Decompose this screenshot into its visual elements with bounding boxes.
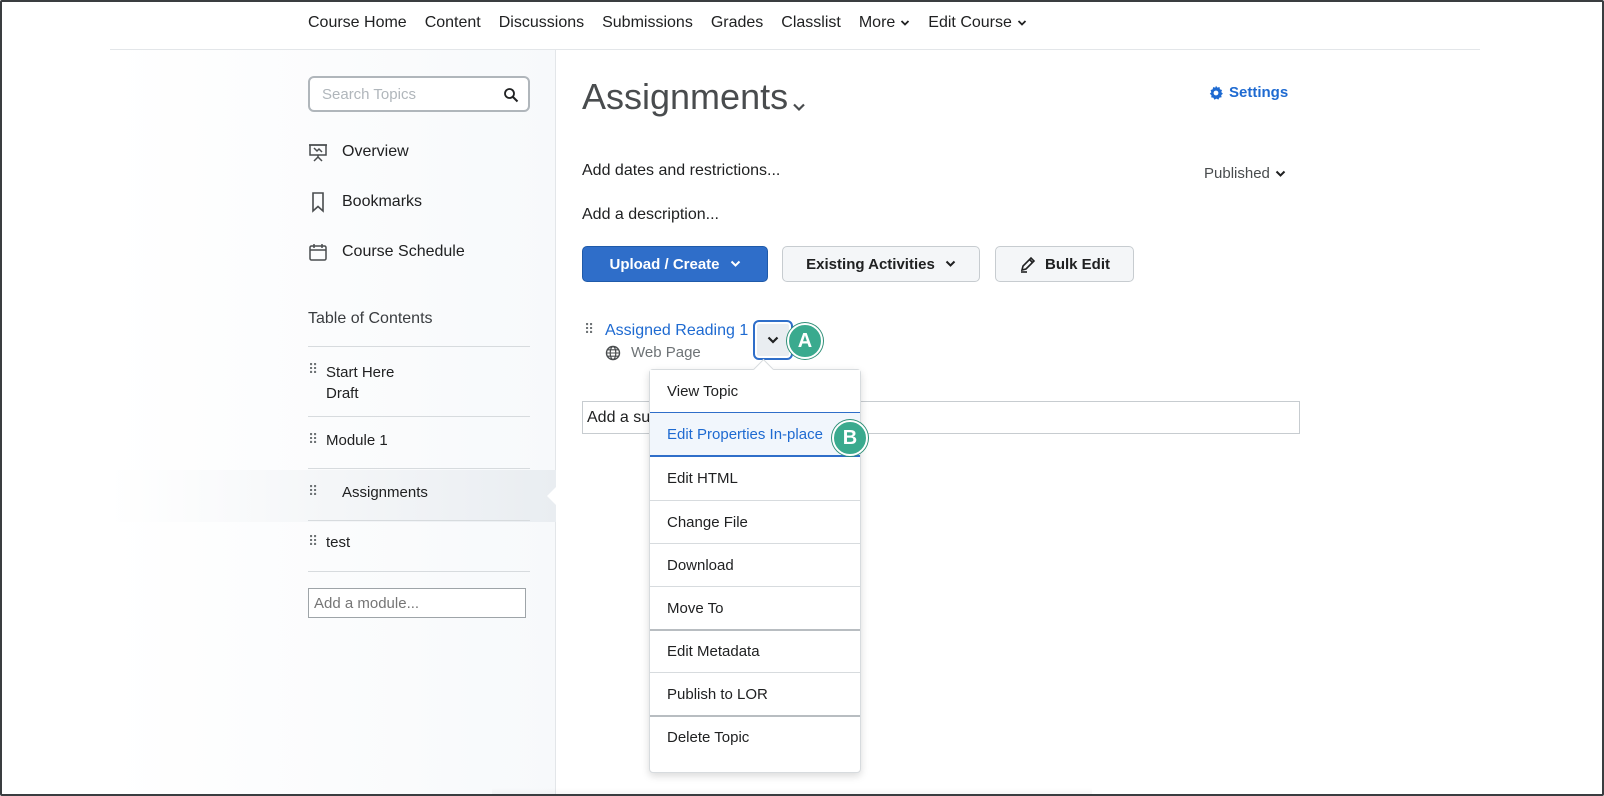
toc-item-label: Start Here bbox=[326, 364, 395, 381]
chevron-down-icon[interactable] bbox=[792, 102, 806, 112]
nav-submissions[interactable]: Submissions bbox=[602, 14, 693, 32]
presentation-icon bbox=[308, 141, 328, 163]
nav-content[interactable]: Content bbox=[425, 14, 481, 32]
nav-edit-course-label: Edit Course bbox=[928, 14, 1012, 31]
sidebar-link-course-schedule[interactable]: Course Schedule bbox=[308, 240, 465, 264]
publish-status-dropdown[interactable]: Published bbox=[1204, 165, 1286, 182]
button-label: Upload / Create bbox=[609, 255, 720, 273]
drag-handle-icon[interactable]: ⠿ bbox=[308, 362, 318, 404]
nav-classlist[interactable]: Classlist bbox=[781, 14, 841, 32]
chevron-down-icon bbox=[1017, 20, 1027, 26]
add-description-link[interactable]: Add a description... bbox=[582, 206, 719, 224]
nav-course-home[interactable]: Course Home bbox=[308, 14, 407, 32]
toc-item-start-here[interactable]: ⠿ Start Here Draft bbox=[308, 362, 394, 404]
scroll-shadow bbox=[492, 788, 1092, 794]
button-label: Existing Activities bbox=[806, 255, 935, 273]
menu-item-download[interactable]: Download bbox=[650, 543, 860, 586]
publish-status-label: Published bbox=[1204, 165, 1270, 182]
topic-title-link[interactable]: Assigned Reading 1 bbox=[605, 322, 748, 340]
app-window: Course Home Content Discussions Submissi… bbox=[0, 0, 1604, 796]
nav-discussions[interactable]: Discussions bbox=[499, 14, 584, 32]
toc-item-status: Draft bbox=[326, 385, 359, 402]
chevron-down-icon bbox=[767, 336, 779, 344]
gear-icon bbox=[1209, 85, 1223, 100]
sidebar-link-bookmarks[interactable]: Bookmarks bbox=[308, 190, 422, 214]
divider bbox=[308, 468, 530, 469]
bookmark-icon bbox=[308, 191, 328, 213]
chevron-down-icon bbox=[1275, 170, 1286, 177]
nav-grades[interactable]: Grades bbox=[711, 14, 763, 32]
chevron-down-icon bbox=[730, 260, 740, 267]
content-sidebar: Overview Bookmarks Course Schedule Table… bbox=[110, 50, 557, 794]
menu-item-move-to[interactable]: Move To bbox=[650, 586, 860, 629]
add-module-input[interactable] bbox=[308, 588, 526, 618]
menu-item-change-file[interactable]: Change File bbox=[650, 500, 860, 543]
callout-badge-b: B bbox=[832, 420, 868, 456]
drag-handle-icon[interactable]: ⠿ bbox=[584, 322, 594, 336]
calendar-icon bbox=[308, 241, 328, 263]
search-icon[interactable] bbox=[503, 87, 519, 103]
toc-item-test[interactable]: ⠿ test bbox=[308, 534, 350, 551]
menu-item-edit-metadata[interactable]: Edit Metadata bbox=[650, 629, 860, 672]
nav-more-label: More bbox=[858, 14, 896, 31]
menu-item-view-topic[interactable]: View Topic bbox=[650, 370, 860, 412]
toc-item-label: Assignments bbox=[342, 484, 428, 501]
toc-item-label: Module 1 bbox=[326, 432, 388, 449]
drag-handle-icon[interactable]: ⠿ bbox=[308, 484, 318, 501]
toc-item-label: test bbox=[326, 534, 351, 551]
divider bbox=[308, 571, 530, 572]
topic-type: Web Page bbox=[605, 344, 701, 361]
bulk-edit-button[interactable]: Bulk Edit bbox=[995, 246, 1134, 282]
add-dates-link[interactable]: Add dates and restrictions... bbox=[582, 162, 780, 180]
divider bbox=[308, 346, 530, 347]
sidebar-link-label: Overview bbox=[342, 143, 409, 160]
course-navbar: Course Home Content Discussions Submissi… bbox=[110, 2, 1480, 50]
divider bbox=[308, 416, 530, 417]
drag-handle-icon[interactable]: ⠿ bbox=[308, 534, 318, 551]
toc-heading: Table of Contents bbox=[308, 310, 433, 327]
toc-item-text: Start Here Draft bbox=[326, 362, 394, 404]
nav-edit-course[interactable]: Edit Course bbox=[928, 14, 1027, 32]
globe-icon bbox=[605, 345, 621, 360]
existing-activities-button[interactable]: Existing Activities bbox=[782, 246, 980, 282]
menu-item-publish-to-lor[interactable]: Publish to LOR bbox=[650, 672, 860, 715]
pencil-icon bbox=[1020, 256, 1036, 273]
chevron-down-icon bbox=[901, 20, 910, 26]
toc-item-assignments[interactable]: ⠿ Assignments bbox=[308, 484, 428, 501]
toc-item-module-1[interactable]: ⠿ Module 1 bbox=[308, 432, 388, 449]
button-label: Bulk Edit bbox=[1044, 255, 1110, 273]
sidebar-link-label: Bookmarks bbox=[342, 193, 423, 210]
callout-badge-a: A bbox=[787, 323, 823, 359]
sidebar-link-label: Course Schedule bbox=[342, 243, 465, 260]
menu-item-edit-properties-in-place[interactable]: Edit Properties In-place bbox=[650, 412, 860, 457]
divider bbox=[308, 520, 530, 521]
upload-create-button[interactable]: Upload / Create bbox=[582, 246, 768, 282]
topic-type-label: Web Page bbox=[631, 344, 701, 361]
menu-item-delete-topic[interactable]: Delete Topic bbox=[650, 715, 860, 758]
drag-handle-icon[interactable]: ⠿ bbox=[308, 432, 318, 449]
settings-label: Settings bbox=[1229, 84, 1289, 101]
settings-link[interactable]: Settings bbox=[1208, 84, 1288, 101]
sidebar-link-overview[interactable]: Overview bbox=[308, 140, 409, 164]
search-input[interactable] bbox=[310, 78, 490, 110]
menu-item-edit-html[interactable]: Edit HTML bbox=[650, 457, 860, 500]
chevron-down-icon bbox=[945, 260, 956, 267]
nav-more[interactable]: More bbox=[859, 14, 910, 32]
page-title: Assignments bbox=[582, 76, 789, 117]
search-box bbox=[308, 76, 530, 112]
topic-context-menu: View Topic Edit Properties In-place Edit… bbox=[649, 369, 861, 773]
